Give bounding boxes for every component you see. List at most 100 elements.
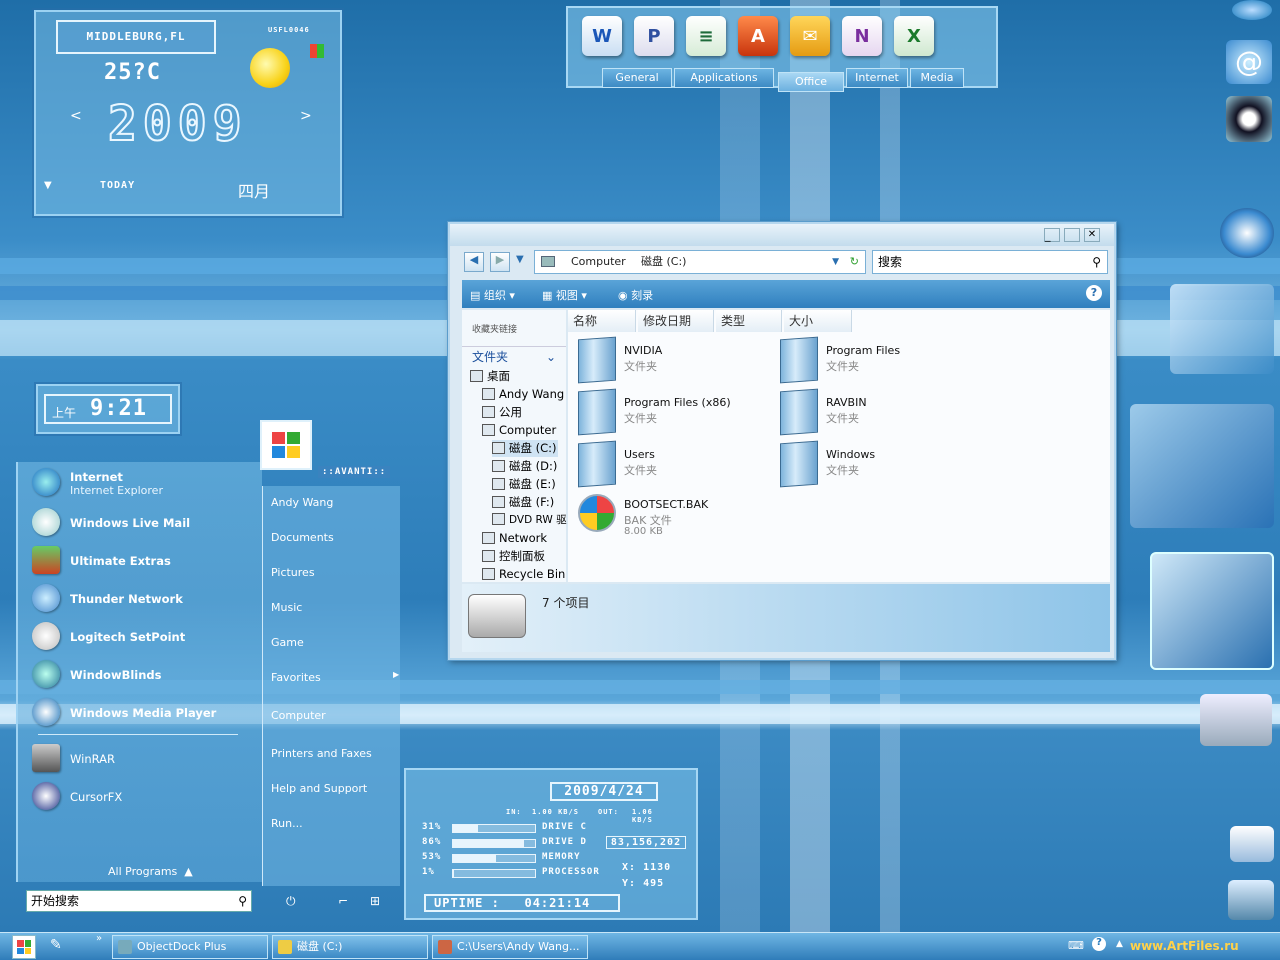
favorites-links-label[interactable]: 收藏夹链接 — [472, 322, 517, 335]
taskbar-button-drive-c[interactable]: 磁盘 (C:) — [272, 935, 428, 959]
column-size[interactable]: 大小 — [784, 310, 852, 332]
dock-tab-internet[interactable]: Internet — [846, 68, 908, 88]
camera-icon[interactable] — [1230, 826, 1274, 862]
address-bar[interactable]: Computer 磁盘 (C:) ▼ ↻ — [534, 250, 866, 274]
tray-keyboard-icon[interactable]: ⌨ — [1068, 939, 1084, 952]
tree-item-computer[interactable]: Computer — [482, 422, 556, 439]
start-search-input[interactable]: 开始搜索 ⚲ — [26, 890, 252, 912]
user-picture[interactable] — [260, 420, 312, 470]
tray-arrow-icon[interactable]: ▲ — [1116, 939, 1123, 949]
column-modified[interactable]: 修改日期 — [638, 310, 714, 332]
tree-item-network[interactable]: Network — [482, 530, 547, 547]
access-icon[interactable]: A — [738, 16, 778, 56]
minimize-button[interactable]: _ — [1044, 228, 1060, 242]
organize-button[interactable]: ▤ 组织 ▾ — [470, 287, 515, 303]
window-titlebar[interactable]: _ ✕ — [450, 224, 1114, 246]
places-printers[interactable]: Printers and Faxes — [271, 747, 372, 760]
lock-button[interactable]: ⌐ — [338, 894, 348, 908]
file-item[interactable]: Program Files (x86) 文件夹 — [578, 388, 778, 436]
program-windows-live-mail[interactable]: Windows Live Mail — [32, 504, 262, 538]
tree-item-drive-d[interactable]: 磁盘 (D:) — [492, 458, 557, 475]
dock-tab-office[interactable]: Office — [778, 72, 844, 92]
places-help[interactable]: Help and Support — [271, 782, 367, 795]
search-icon[interactable]: ⚲ — [238, 891, 247, 911]
cursor-icon[interactable] — [1220, 208, 1274, 258]
email-icon[interactable]: @ — [1226, 40, 1272, 84]
next-year-button[interactable]: > — [300, 108, 312, 124]
close-button[interactable]: ✕ — [1084, 228, 1100, 242]
breadcrumb-computer[interactable]: Computer — [571, 251, 626, 273]
tree-item-user[interactable]: Andy Wang — [482, 386, 564, 403]
help-icon[interactable]: ? — [1086, 285, 1102, 301]
folders-header[interactable]: 文件夹 ⌄ — [462, 346, 566, 366]
places-user[interactable]: Andy Wang — [271, 496, 333, 509]
refresh-icon[interactable]: ↻ — [850, 251, 859, 273]
burn-button[interactable]: ◉ 刻录 — [618, 287, 653, 303]
project-icon[interactable]: P — [634, 16, 674, 56]
column-type[interactable]: 类型 — [716, 310, 782, 332]
monitor-icon[interactable] — [1150, 552, 1274, 670]
file-item[interactable]: Program Files 文件夹 — [780, 336, 980, 384]
file-item[interactable]: Windows 文件夹 — [780, 440, 980, 488]
tray-help-icon[interactable]: ? — [1092, 937, 1106, 951]
dock-tab-general[interactable]: General — [602, 68, 672, 88]
places-documents[interactable]: Documents — [271, 531, 334, 544]
tree-item-public[interactable]: 公用 — [482, 404, 522, 421]
shutdown-options-button[interactable]: ⊞ — [370, 894, 380, 908]
program-windows-media-player[interactable]: Windows Media Player — [32, 694, 262, 728]
places-pictures[interactable]: Pictures — [271, 566, 315, 579]
back-button[interactable]: ◀ — [464, 252, 484, 272]
recent-pages-icon[interactable]: ▼ — [516, 254, 524, 265]
forward-button[interactable]: ▶ — [490, 252, 510, 272]
places-computer[interactable]: Computer — [271, 709, 326, 722]
search-input[interactable]: 搜索 ⚲ — [872, 250, 1108, 274]
tree-item-recycle-bin[interactable]: Recycle Bin — [482, 566, 565, 583]
tree-item-drive-e[interactable]: 磁盘 (E:) — [492, 476, 556, 493]
program-winrar[interactable]: WinRAR — [32, 740, 262, 774]
publisher-icon[interactable]: ≡ — [686, 16, 726, 56]
taskbar-button-user-folder[interactable]: C:\Users\Andy Wang... — [432, 935, 588, 959]
program-cursorfx[interactable]: CursorFX — [32, 778, 262, 812]
weather-widget[interactable]: MIDDLEBURG,FL USFL0046 25?C < 2009 > ▼ T… — [34, 10, 342, 216]
tree-item-control-panel[interactable]: 控制面板 — [482, 548, 545, 565]
places-favorites[interactable]: Favorites — [271, 671, 321, 684]
program-thunder-network[interactable]: Thunder Network — [32, 580, 262, 614]
dock-tab-media[interactable]: Media — [910, 68, 964, 88]
onenote-icon[interactable]: N — [842, 16, 882, 56]
places-game[interactable]: Game — [271, 636, 304, 649]
prev-year-button[interactable]: < — [70, 108, 82, 124]
all-programs-button[interactable]: All Programs ▲ — [108, 865, 193, 878]
program-windowblinds[interactable]: WindowBlinds — [32, 656, 262, 690]
search-icon[interactable]: ⚲ — [1092, 251, 1101, 273]
file-item[interactable]: BOOTSECT.BAK BAK 文件 8.00 KB — [578, 490, 778, 546]
outlook-icon[interactable]: ✉ — [790, 16, 830, 56]
places-music[interactable]: Music — [271, 601, 302, 614]
tree-item-drive-c[interactable]: 磁盘 (C:) — [492, 440, 558, 457]
pen-tool-icon[interactable] — [1228, 880, 1274, 920]
collapse-arrow-icon[interactable]: ▼ — [44, 180, 52, 191]
scanner-icon[interactable] — [1200, 694, 1272, 746]
excel-icon[interactable]: X — [894, 16, 934, 56]
program-ultimate-extras[interactable]: Ultimate Extras — [32, 542, 262, 576]
breadcrumb-drive[interactable]: 磁盘 (C:) — [641, 251, 686, 273]
tree-item-dvd[interactable]: DVD RW 驱 — [492, 512, 567, 529]
program-logitech-setpoint[interactable]: Logitech SetPoint — [32, 618, 262, 652]
views-button[interactable]: ▦ 视图 ▾ — [542, 287, 587, 303]
word-icon[interactable]: W — [582, 16, 622, 56]
file-item[interactable]: Users 文件夹 — [578, 440, 778, 488]
tree-item-drive-f[interactable]: 磁盘 (F:) — [492, 494, 554, 511]
design-tools-icon[interactable] — [1130, 404, 1274, 528]
quick-launch-overflow-icon[interactable]: » — [96, 933, 102, 944]
power-button[interactable]: ⏻ — [286, 894, 296, 909]
address-dropdown-icon[interactable]: ▼ — [832, 251, 839, 273]
column-name[interactable]: 名称 — [568, 310, 636, 332]
tree-item-desktop[interactable]: 桌面 — [470, 368, 510, 385]
taskbar-button-objectdock[interactable]: ObjectDock Plus — [112, 935, 268, 959]
places-run[interactable]: Run... — [271, 817, 303, 830]
start-button[interactable] — [12, 935, 36, 959]
quick-launch-icon[interactable]: ✎ — [50, 937, 62, 953]
shapes-icon[interactable] — [1170, 284, 1274, 374]
program-internet-explorer[interactable]: Internet Internet Explorer — [32, 464, 262, 498]
media-player-icon[interactable] — [1226, 96, 1272, 142]
file-item[interactable]: RAVBIN 文件夹 — [780, 388, 980, 436]
